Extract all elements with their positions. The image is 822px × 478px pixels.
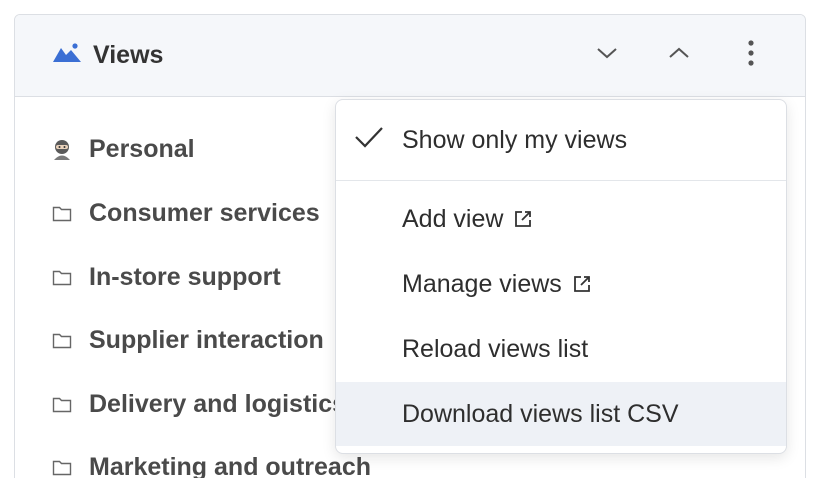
view-item-supplier-interaction[interactable]: Supplier interaction: [51, 320, 324, 360]
folder-icon: [51, 269, 73, 286]
folder-icon: [51, 332, 73, 349]
panel-title-text: Views: [93, 41, 164, 69]
ninja-avatar-icon: [51, 138, 73, 160]
view-item-marketing-and-outreach[interactable]: Marketing and outreach: [51, 447, 371, 478]
menu-item-label: Download views list CSV: [402, 399, 679, 428]
menu-item-label: Show only my views: [402, 125, 628, 154]
folder-icon: [51, 205, 73, 222]
view-item-label: Personal: [89, 134, 195, 163]
chevron-down-icon: [596, 46, 618, 65]
check-icon: [354, 125, 384, 156]
menu-divider: [336, 180, 786, 181]
view-item-label: Supplier interaction: [89, 325, 324, 354]
menu-item-label: Add view: [402, 204, 504, 233]
menu-item-manage-views[interactable]: Manage views: [336, 253, 786, 317]
view-item-label: Consumer services: [89, 198, 320, 227]
views-options-menu: Show only my views Add view Manage views…: [335, 99, 787, 454]
menu-item-download-views-csv[interactable]: Download views list CSV: [336, 382, 786, 446]
folder-icon: [51, 459, 73, 476]
panel-title: Views: [53, 41, 163, 70]
view-item-consumer-services[interactable]: Consumer services: [51, 193, 320, 233]
views-panel-header: Views: [15, 15, 805, 97]
external-link-icon: [572, 272, 592, 301]
collapse-all-button[interactable]: [661, 37, 697, 73]
expand-all-button[interactable]: [589, 37, 625, 73]
chevron-up-icon: [668, 46, 690, 65]
menu-item-reload-views-list[interactable]: Reload views list: [336, 317, 786, 381]
view-item-label: Marketing and outreach: [89, 452, 371, 478]
external-link-icon: [513, 207, 533, 236]
menu-item-label: Reload views list: [402, 334, 589, 363]
folder-icon: [51, 396, 73, 413]
view-item-in-store-support[interactable]: In-store support: [51, 257, 281, 297]
view-item-label: Delivery and logistics: [89, 389, 347, 418]
menu-item-label: Manage views: [402, 269, 562, 298]
menu-item-add-view[interactable]: Add view: [336, 188, 786, 252]
kebab-menu-icon: [747, 39, 755, 72]
menu-item-show-only-my-views[interactable]: Show only my views: [336, 100, 786, 180]
view-item-delivery-and-logistics[interactable]: Delivery and logistics: [51, 384, 346, 424]
more-options-button[interactable]: [733, 37, 769, 73]
mountain-chart-icon: [53, 42, 81, 69]
view-item-personal[interactable]: Personal: [51, 129, 195, 169]
view-item-label: In-store support: [89, 262, 281, 291]
